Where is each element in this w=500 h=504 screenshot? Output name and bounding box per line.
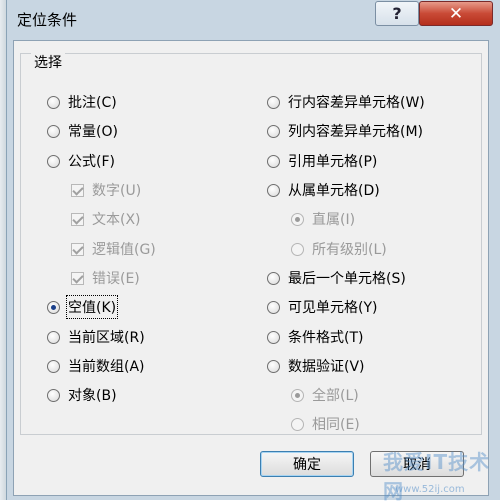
watermark-url: www.52ij.com	[395, 484, 465, 495]
option-label: 公式(F)	[68, 154, 115, 170]
option-label: 当前区域(R)	[68, 330, 145, 346]
option-comments[interactable]: 批注(C)	[47, 92, 117, 112]
option-label: 文本(X)	[92, 212, 141, 228]
radio-visible-cells[interactable]	[267, 300, 280, 314]
radio-dependents[interactable]	[267, 183, 280, 197]
option-logicals[interactable]: 逻辑值(G)	[71, 239, 156, 259]
option-label: 条件格式(T)	[288, 330, 364, 346]
option-formulas[interactable]: 公式(F)	[47, 151, 115, 171]
option-label: 错误(E)	[92, 271, 140, 287]
radio-all-levels[interactable]	[291, 242, 304, 256]
option-blanks[interactable]: 空值(K)	[47, 295, 119, 319]
dialog-body: 选择 批注(C) 常量(O) 公式(F) 数字(U) 文本(X) 逻辑值(G) …	[13, 40, 489, 496]
option-label: 全部(L)	[312, 388, 359, 404]
option-label: 数据验证(V)	[288, 359, 365, 375]
option-constants[interactable]: 常量(O)	[47, 121, 118, 141]
help-button[interactable]: ?	[375, 1, 419, 26]
radio-formulas[interactable]	[47, 154, 60, 168]
option-label: 常量(O)	[68, 124, 118, 140]
option-conditional-formats[interactable]: 条件格式(T)	[267, 327, 363, 347]
option-text[interactable]: 文本(X)	[71, 209, 141, 229]
option-precedents[interactable]: 引用单元格(P)	[267, 151, 377, 171]
option-label: 当前数组(A)	[68, 359, 145, 375]
radio-row-differences[interactable]	[267, 95, 280, 109]
option-data-validation[interactable]: 数据验证(V)	[267, 356, 365, 376]
option-label: 可见单元格(Y)	[288, 300, 378, 316]
checkbox-logicals[interactable]	[71, 242, 84, 256]
option-numbers[interactable]: 数字(U)	[71, 180, 141, 200]
radio-validation-all[interactable]	[291, 388, 304, 402]
option-all-levels[interactable]: 所有级别(L)	[291, 239, 387, 259]
radio-objects[interactable]	[47, 388, 60, 402]
radio-validation-same[interactable]	[291, 417, 304, 431]
option-label: 空值(K)	[65, 295, 119, 319]
option-validation-all[interactable]: 全部(L)	[291, 385, 359, 405]
option-label: 相同(E)	[312, 417, 360, 433]
option-label: 批注(C)	[68, 95, 117, 111]
go-to-special-dialog: 定位条件 ? ✕ 选择 批注(C) 常量(O) 公式(F) 数字(U) 文本(X…	[6, 0, 500, 503]
radio-comments[interactable]	[47, 95, 60, 109]
option-label: 数字(U)	[92, 183, 142, 199]
radio-last-cell[interactable]	[267, 271, 280, 285]
group-label: 选择	[31, 52, 65, 72]
selection-group: 选择 批注(C) 常量(O) 公式(F) 数字(U) 文本(X) 逻辑值(G) …	[20, 52, 482, 435]
option-label: 列内容差异单元格(M)	[288, 124, 424, 140]
option-label: 行内容差异单元格(W)	[288, 95, 425, 111]
ok-button[interactable]: 确定	[260, 451, 354, 477]
checkbox-numbers[interactable]	[71, 183, 84, 197]
radio-precedents[interactable]	[267, 154, 280, 168]
option-current-array[interactable]: 当前数组(A)	[47, 356, 145, 376]
title-bar[interactable]: 定位条件 ? ✕	[7, 0, 500, 40]
option-label: 最后一个单元格(S)	[288, 271, 406, 287]
option-last-cell[interactable]: 最后一个单元格(S)	[267, 268, 406, 288]
option-errors[interactable]: 错误(E)	[71, 268, 140, 288]
option-objects[interactable]: 对象(B)	[47, 385, 117, 405]
option-dependents[interactable]: 从属单元格(D)	[267, 180, 380, 200]
option-label: 引用单元格(P)	[288, 154, 378, 170]
option-direct-only[interactable]: 直属(I)	[291, 209, 355, 229]
option-label: 逻辑值(G)	[92, 242, 156, 258]
dialog-title: 定位条件	[17, 11, 78, 29]
radio-current-region[interactable]	[47, 330, 60, 344]
radio-data-validation[interactable]	[267, 359, 280, 373]
checkbox-text[interactable]	[71, 212, 84, 226]
option-label: 对象(B)	[68, 388, 117, 404]
option-label: 直属(I)	[312, 212, 356, 228]
option-visible-cells[interactable]: 可见单元格(Y)	[267, 297, 377, 317]
radio-blanks[interactable]	[47, 300, 60, 314]
option-row-differences[interactable]: 行内容差异单元格(W)	[267, 92, 425, 112]
checkbox-errors[interactable]	[71, 271, 84, 285]
radio-direct-only[interactable]	[291, 212, 304, 226]
radio-constants[interactable]	[47, 124, 60, 138]
close-button[interactable]: ✕	[419, 1, 493, 26]
radio-conditional-formats[interactable]	[267, 330, 280, 344]
option-column-differences[interactable]: 列内容差异单元格(M)	[267, 121, 423, 141]
option-current-region[interactable]: 当前区域(R)	[47, 327, 145, 347]
radio-current-array[interactable]	[47, 359, 60, 373]
option-label: 所有级别(L)	[312, 242, 387, 258]
watermark-logo: 我爱IT技术网	[383, 450, 491, 503]
option-label: 从属单元格(D)	[288, 183, 380, 199]
radio-column-differences[interactable]	[267, 124, 280, 138]
option-validation-same[interactable]: 相同(E)	[291, 414, 360, 434]
